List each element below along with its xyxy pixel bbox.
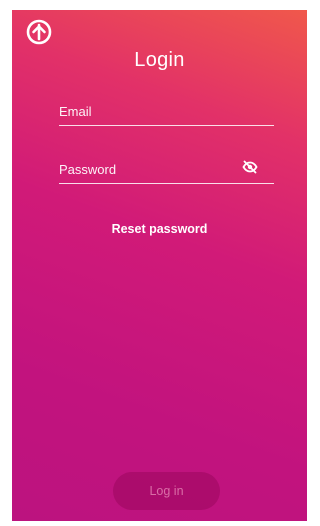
app-logo-icon: [25, 18, 53, 46]
email-field[interactable]: Email: [59, 96, 274, 126]
reset-password-link[interactable]: Reset password: [12, 222, 307, 236]
password-label: Password: [59, 162, 117, 177]
eye-off-icon[interactable]: [242, 159, 258, 175]
login-button[interactable]: Log in: [113, 472, 220, 510]
email-underline: [59, 125, 274, 126]
password-underline: [59, 183, 274, 184]
password-field[interactable]: Password: [59, 154, 274, 184]
page-title: Login: [134, 49, 185, 71]
login-screen: Login Email Password Reset password Log …: [12, 10, 307, 521]
email-label: Email: [59, 104, 92, 119]
